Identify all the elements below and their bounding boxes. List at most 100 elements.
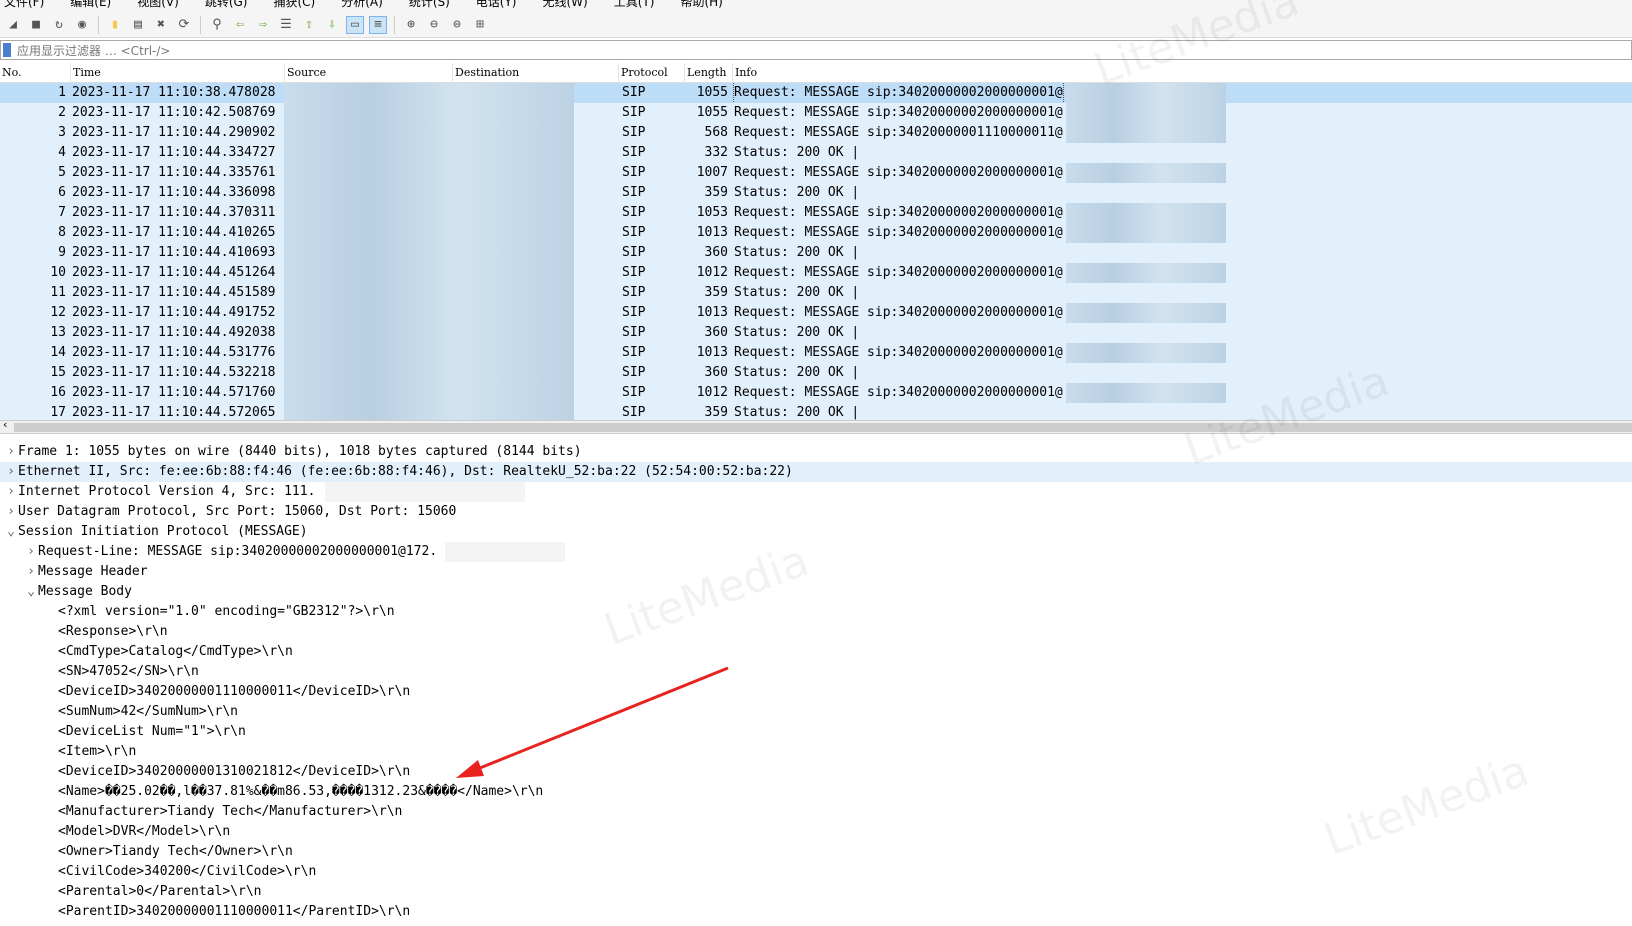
expand-icon[interactable]: › — [4, 502, 18, 522]
menu-item[interactable]: 电话(Y) — [476, 0, 517, 12]
menu-item[interactable]: 捕获(C) — [273, 0, 315, 12]
toolbar-separator — [394, 15, 395, 34]
autoscroll-icon[interactable]: ▭ — [346, 15, 364, 34]
detail-text: <?xml version="1.0" encoding="GB2312"?>\… — [58, 604, 395, 619]
menu-item[interactable]: 视图(V) — [137, 0, 179, 12]
horizontal-scrollbar[interactable]: ‹ — [0, 418, 1632, 434]
menu-item[interactable]: 编辑(E) — [70, 0, 111, 12]
packet-time: 2023-11-17 11:10:44.336098 — [72, 185, 276, 200]
packet-no: 7 — [58, 205, 66, 220]
detail-line[interactable]: ⌄ Session Initiation Protocol (MESSAGE) — [0, 522, 1632, 542]
packet-row[interactable]: 10 2023-11-17 11:10:44.451264 SIP 1012 R… — [0, 263, 1632, 283]
redacted-info — [1066, 163, 1226, 183]
packet-row[interactable]: 9 2023-11-17 11:10:44.410693 SIP 360 Sta… — [0, 243, 1632, 263]
detail-line[interactable]: › Internet Protocol Version 4, Src: 111. — [0, 482, 1632, 502]
column-protocol[interactable]: Protocol — [618, 62, 668, 83]
detail-text: Message Header — [38, 564, 148, 579]
column-time[interactable]: Time — [70, 62, 101, 83]
menu-item[interactable]: 工具(T) — [614, 0, 655, 12]
column-destination[interactable]: Destination — [452, 62, 519, 83]
packet-info: Request: MESSAGE sip:3402000000200000000… — [734, 165, 1063, 180]
detail-line: <Item>\r\n — [0, 742, 1632, 762]
column-source[interactable]: Source — [284, 62, 326, 83]
reload-icon[interactable]: ⟳ — [175, 16, 193, 34]
detail-line[interactable]: › Request-Line: MESSAGE sip:3402000000200… — [0, 542, 1632, 562]
redacted-info — [1066, 303, 1226, 323]
packet-row[interactable]: 6 2023-11-17 11:10:44.336098 SIP 359 Sta… — [0, 183, 1632, 203]
first-icon[interactable]: ⇧ — [300, 16, 318, 34]
packet-row[interactable]: 11 2023-11-17 11:10:44.451589 SIP 359 St… — [0, 283, 1632, 303]
packet-info: Status: 200 OK | — [734, 145, 860, 160]
detail-line[interactable]: › User Datagram Protocol, Src Port: 15060… — [0, 502, 1632, 522]
packet-length: 1053 — [696, 205, 728, 220]
packet-time: 2023-11-17 11:10:44.410693 — [72, 245, 276, 260]
forward-icon[interactable]: ⇨ — [254, 16, 272, 34]
shark-fin-icon[interactable]: ◢ — [4, 16, 22, 34]
zoom-reset-icon[interactable]: ⊜ — [448, 16, 466, 34]
packet-length: 360 — [704, 245, 728, 260]
scrollbar-thumb[interactable] — [14, 423, 1632, 432]
detail-line[interactable]: ⌄ Message Body — [0, 582, 1632, 602]
save-icon[interactable]: ▤ — [129, 16, 147, 34]
packet-protocol: SIP — [622, 165, 646, 180]
menu-item[interactable]: 帮助(H) — [680, 0, 722, 12]
packet-info: Request: MESSAGE sip:3402000000200000000… — [734, 305, 1063, 320]
detail-line[interactable]: › Message Header — [0, 562, 1632, 582]
packet-row[interactable]: 1 2023-11-17 11:10:38.478028 SIP 1055 Re… — [0, 83, 1632, 104]
expand-icon[interactable]: › — [4, 462, 18, 482]
packet-row[interactable]: 2 2023-11-17 11:10:42.508769 SIP 1055 Re… — [0, 103, 1632, 123]
bookmark-icon[interactable] — [3, 43, 11, 57]
expand-icon[interactable]: › — [24, 562, 38, 582]
menu-item[interactable]: 无线(W) — [543, 0, 588, 12]
detail-line: <SN>47052</SN>\r\n — [0, 662, 1632, 682]
packet-protocol: SIP — [622, 145, 646, 160]
detail-text: <Manufacturer>Tiandy Tech</Manufacturer>… — [58, 804, 403, 819]
packet-row[interactable]: 4 2023-11-17 11:10:44.334727 SIP 332 Sta… — [0, 143, 1632, 163]
resize-columns-icon[interactable]: ⊞ — [471, 16, 489, 34]
goto-icon[interactable]: ☰ — [277, 16, 295, 34]
column-length[interactable]: Length — [684, 62, 726, 83]
packet-protocol: SIP — [622, 185, 646, 200]
restart-icon[interactable]: ↻ — [50, 16, 68, 34]
detail-line[interactable]: › Ethernet II, Src: fe:ee:6b:88:f4:46 (fe… — [0, 462, 1632, 482]
packet-row[interactable]: 13 2023-11-17 11:10:44.492038 SIP 360 St… — [0, 323, 1632, 343]
detail-line[interactable]: › Frame 1: 1055 bytes on wire (8440 bits)… — [0, 442, 1632, 462]
menu-item[interactable]: 统计(S) — [409, 0, 450, 12]
packet-row[interactable]: 15 2023-11-17 11:10:44.532218 SIP 360 St… — [0, 363, 1632, 383]
packet-row[interactable]: 8 2023-11-17 11:10:44.410265 SIP 1013 Re… — [0, 223, 1632, 243]
colorize-icon[interactable]: ≡ — [369, 15, 387, 34]
collapse-icon[interactable]: ⌄ — [4, 522, 18, 542]
column-info[interactable]: Info — [732, 62, 757, 83]
scroll-left-icon[interactable]: ‹ — [2, 418, 9, 431]
packet-time: 2023-11-17 11:10:44.571760 — [72, 385, 276, 400]
display-filter-input[interactable]: 应用显示过滤器 … <Ctrl-/> — [0, 40, 1632, 60]
menu-item[interactable]: 文件(F) — [4, 0, 44, 12]
expand-icon[interactable]: › — [24, 542, 38, 562]
expand-icon[interactable]: › — [4, 482, 18, 502]
menu-item[interactable]: 分析(A) — [341, 0, 383, 12]
last-icon[interactable]: ⇩ — [323, 16, 341, 34]
column-no[interactable]: No. — [0, 63, 22, 83]
stop-icon[interactable]: ■ — [27, 16, 45, 34]
packet-row[interactable]: 12 2023-11-17 11:10:44.491752 SIP 1013 R… — [0, 303, 1632, 323]
open-icon[interactable]: ▮ — [106, 16, 124, 34]
back-icon[interactable]: ⇦ — [231, 16, 249, 34]
packet-protocol: SIP — [622, 85, 646, 100]
find-icon[interactable]: ⚲ — [208, 16, 226, 34]
collapse-icon[interactable]: ⌄ — [24, 582, 38, 602]
zoom-in-icon[interactable]: ⊕ — [402, 16, 420, 34]
packet-row[interactable]: 7 2023-11-17 11:10:44.370311 SIP 1053 Re… — [0, 203, 1632, 223]
packet-protocol: SIP — [622, 405, 646, 420]
packet-length: 359 — [704, 405, 728, 420]
packet-row[interactable]: 3 2023-11-17 11:10:44.290902 SIP 568 Req… — [0, 123, 1632, 143]
packet-row[interactable]: 16 2023-11-17 11:10:44.571760 SIP 1012 R… — [0, 383, 1632, 403]
redacted-source-destination — [284, 323, 574, 343]
close-file-icon[interactable]: ✖ — [152, 16, 170, 34]
expand-icon[interactable]: › — [4, 442, 18, 462]
options-icon[interactable]: ◉ — [73, 16, 91, 34]
packet-row[interactable]: 17 2023-11-17 11:10:44.572065 SIP 359 St… — [0, 403, 1632, 420]
zoom-out-icon[interactable]: ⊖ — [425, 16, 443, 34]
packet-row[interactable]: 5 2023-11-17 11:10:44.335761 SIP 1007 Re… — [0, 163, 1632, 183]
packet-row[interactable]: 14 2023-11-17 11:10:44.531776 SIP 1013 R… — [0, 343, 1632, 363]
menu-item[interactable]: 跳转(G) — [205, 0, 248, 12]
